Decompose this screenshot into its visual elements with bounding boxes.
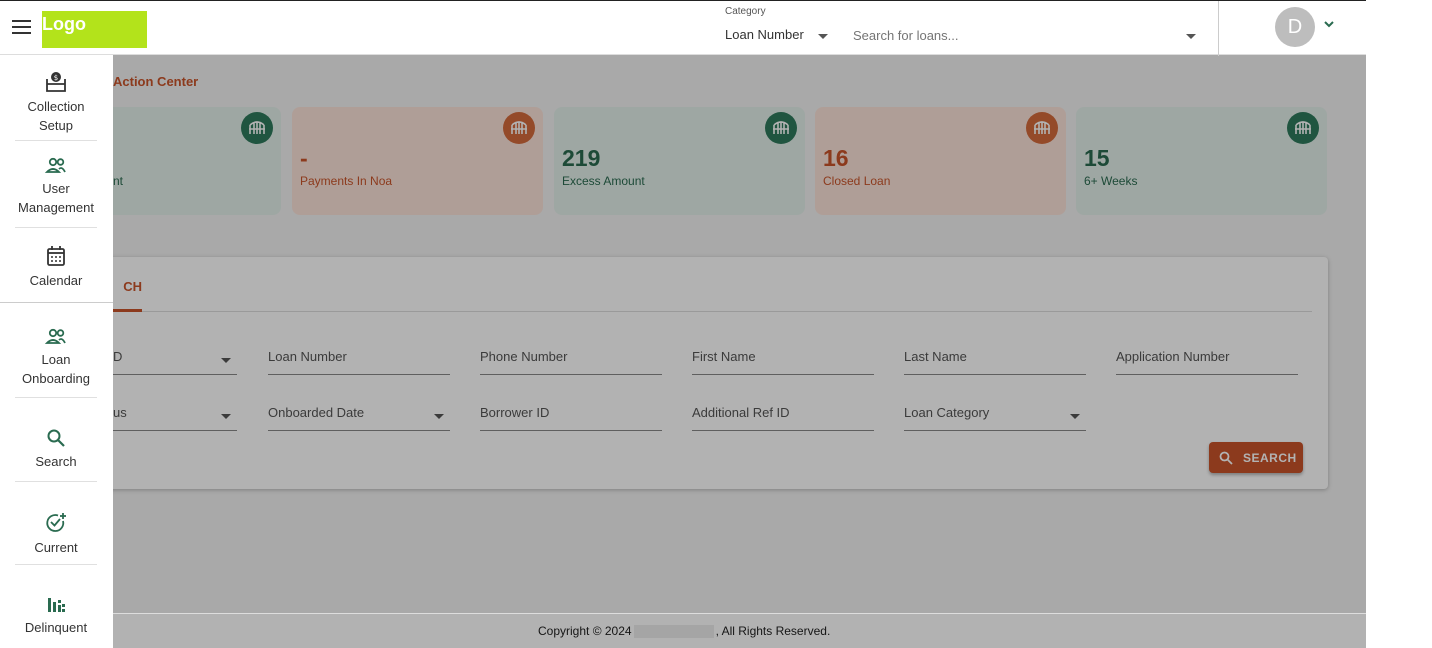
sidebar-item-label: Onboarding (22, 371, 90, 386)
sidebar-item-label: Setup (39, 118, 73, 133)
sidebar-item-label: User (42, 181, 70, 196)
sidebar-item-label: Delinquent (24, 620, 88, 635)
footer: Copyright © 2024, All Rights Reserved. (0, 613, 1366, 648)
top-bar: Logo Category Loan Number D (0, 0, 1366, 56)
sidebar: $ Collection Setup User Management Calen… (0, 55, 113, 648)
app-window: Action Center nt - Payments In Noa 219 E… (0, 0, 1366, 648)
chevron-down-icon[interactable] (1322, 17, 1336, 31)
sidebar-item-label: Loan (41, 352, 71, 367)
sidebar-item-current[interactable]: Current (15, 512, 97, 565)
sidebar-item-label: Management (18, 200, 94, 215)
sidebar-item-label: Collection (27, 99, 85, 114)
header-divider (1218, 1, 1219, 56)
users-icon (44, 157, 66, 173)
menu-icon[interactable] (12, 20, 31, 35)
sidebar-item-calendar[interactable]: Calendar (15, 245, 97, 301)
category-select[interactable]: Loan Number (725, 27, 804, 42)
chevron-down-icon[interactable] (1186, 34, 1196, 39)
logo[interactable]: Logo (42, 11, 147, 48)
collection-icon: $ (46, 72, 66, 92)
sidebar-item-label: Search (35, 454, 77, 469)
category-label: Category (725, 6, 766, 17)
loan-search-input[interactable] (853, 23, 1198, 47)
sidebar-item-label: Current (34, 540, 78, 555)
sidebar-item-user-management[interactable]: User Management (15, 157, 97, 228)
sidebar-item-search[interactable]: Search (15, 428, 97, 482)
chevron-down-icon[interactable] (818, 34, 828, 39)
sidebar-item-collection-setup[interactable]: $ Collection Setup (15, 71, 97, 141)
sidebar-item-loan-onboarding[interactable]: Loan Onboarding (15, 328, 97, 398)
sidebar-item-delinquent[interactable]: Delinquent (15, 596, 97, 648)
svg-text:$: $ (54, 74, 58, 82)
modal-backdrop[interactable] (0, 55, 1366, 613)
users-icon (44, 328, 66, 344)
search-icon (47, 429, 65, 447)
calendar-icon (47, 246, 65, 266)
bar-chart-icon (48, 598, 65, 612)
sidebar-divider (0, 302, 113, 303)
sidebar-item-label: Calendar (29, 273, 83, 288)
avatar[interactable]: D (1275, 7, 1315, 47)
check-plus-icon (46, 513, 66, 532)
footer-backdrop (0, 614, 1366, 648)
main-content: Action Center nt - Payments In Noa 219 E… (0, 55, 1366, 613)
